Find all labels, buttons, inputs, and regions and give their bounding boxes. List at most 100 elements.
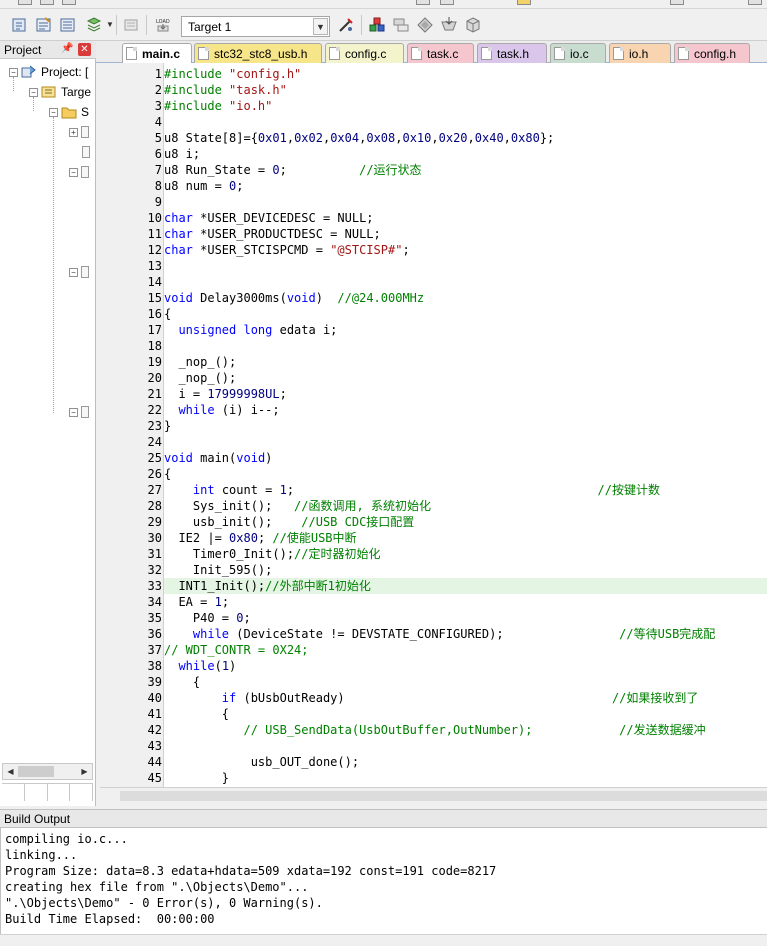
code-line[interactable]: // USB_SendData(UsbOutBuffer,OutNumber);… [164, 722, 767, 738]
tab-task-h[interactable]: task.h [477, 43, 547, 63]
tree-item-project[interactable]: − Project: [ [9, 63, 88, 81]
tab-io-c[interactable]: io.c [550, 43, 606, 63]
tree-item-group[interactable]: − S [49, 103, 89, 121]
file-extensions-icon[interactable] [391, 15, 411, 35]
code-line[interactable]: while(1) [164, 658, 767, 674]
code-line[interactable]: i = 17999998UL; [164, 386, 767, 402]
collapse-icon[interactable]: − [9, 67, 18, 77]
code-line[interactable]: _nop_(); [164, 370, 767, 386]
collapse-icon[interactable]: − [29, 87, 38, 97]
code-line[interactable]: usb_OUT_done(); [164, 754, 767, 770]
scroll-left-icon[interactable]: ◀ [4, 765, 17, 778]
editor-horizontal-scrollbar[interactable] [100, 787, 767, 804]
code-line[interactable]: u8 State[8]={0x01,0x02,0x04,0x08,0x10,0x… [164, 130, 767, 146]
build-output-scrollbar[interactable] [0, 934, 767, 946]
toolbar-remnant-icon[interactable] [670, 0, 684, 5]
code-line[interactable]: void main(void) [164, 450, 767, 466]
target-options-icon[interactable] [336, 15, 356, 35]
toolbar-remnant-icon[interactable] [40, 0, 54, 5]
build-icon[interactable] [34, 15, 54, 35]
code-line[interactable] [164, 434, 767, 450]
code-line[interactable]: { [164, 466, 767, 482]
load-icon[interactable]: LOAD [153, 15, 173, 35]
code-line[interactable]: char *USER_DEVICEDESC = NULL; [164, 210, 767, 226]
scroll-thumb[interactable] [18, 766, 54, 777]
code-line[interactable]: usb_init(); //USB CDC接口配置 [164, 514, 767, 530]
toolbar-remnant-icon[interactable] [517, 0, 531, 5]
build-output-pane[interactable]: compiling io.c... linking... Program Size:… [0, 828, 767, 934]
code-line[interactable]: #include "io.h" [164, 98, 767, 114]
code-line[interactable]: u8 i; [164, 146, 767, 162]
code-line[interactable]: IE2 |= 0x80; //使能USB中断 [164, 530, 767, 546]
pack-installer-icon[interactable] [439, 15, 459, 35]
code-line[interactable]: while (DeviceState != DEVSTATE_CONFIGURE… [164, 626, 767, 642]
tab-project[interactable] [2, 784, 25, 801]
tab-task-c[interactable]: task.c [407, 43, 474, 63]
tree-item-file[interactable]: − [69, 163, 89, 181]
project-horizontal-scrollbar[interactable]: ◀ ▶ [2, 763, 93, 780]
code-line[interactable]: EA = 1; [164, 594, 767, 610]
rebuild-icon[interactable] [58, 15, 78, 35]
translate-icon[interactable] [10, 15, 30, 35]
code-line[interactable] [164, 738, 767, 754]
code-line[interactable]: } [164, 770, 767, 786]
code-line[interactable]: if (bUsbOutReady) //如果接收到了 [164, 690, 767, 706]
collapse-icon[interactable]: − [49, 107, 58, 117]
code-line[interactable] [164, 258, 767, 274]
tab-io-h[interactable]: io.h [609, 43, 671, 63]
code-line[interactable]: while (i) i--; [164, 402, 767, 418]
collapse-icon[interactable]: − [69, 167, 78, 177]
code-line[interactable]: } [164, 418, 767, 434]
code-line[interactable]: unsigned long edata i; [164, 322, 767, 338]
code-line[interactable]: Init_595(); [164, 562, 767, 578]
tree-item-file[interactable]: + [69, 123, 89, 141]
tree-item-file[interactable]: − [69, 403, 89, 421]
toolbar-remnant-icon[interactable] [416, 0, 430, 5]
code-line[interactable]: Timer0_Init();//定时器初始化 [164, 546, 767, 562]
tab-main-c[interactable]: main.c [122, 43, 192, 63]
download-icon[interactable] [84, 15, 104, 35]
tree-item-file[interactable] [82, 143, 90, 161]
manage-components-icon[interactable] [367, 15, 387, 35]
select-pack-icon[interactable] [415, 15, 435, 35]
tab-stc32-stc8-usb-h[interactable]: stc32_stc8_usb.h [194, 43, 322, 63]
code-line[interactable] [164, 194, 767, 210]
tab-books[interactable] [25, 784, 48, 801]
toolbar-remnant-icon[interactable] [748, 0, 762, 5]
tab-templates[interactable] [70, 784, 93, 801]
target-select[interactable]: Target 1 ▼ [181, 16, 330, 37]
code-line[interactable]: { [164, 306, 767, 322]
toolbar-remnant-icon[interactable] [62, 0, 76, 5]
tab-functions[interactable] [48, 784, 71, 801]
code-line[interactable]: void Delay3000ms(void) //@24.000MHz [164, 290, 767, 306]
code-line[interactable]: u8 Run_State = 0; //运行状态 [164, 162, 767, 178]
scroll-thumb[interactable] [120, 791, 767, 801]
collapse-icon[interactable]: − [69, 407, 78, 417]
toolbar-remnant-icon[interactable] [440, 0, 454, 5]
code-line[interactable]: u8 num = 0; [164, 178, 767, 194]
chevron-down-icon[interactable]: ▼ [313, 18, 328, 35]
code-line[interactable] [164, 274, 767, 290]
code-line[interactable]: { [164, 674, 767, 690]
current-code-line[interactable]: INT1_Init();//外部中断1初始化 [164, 578, 767, 594]
tree-item-file[interactable]: − [69, 263, 89, 281]
code-line[interactable]: #include "config.h" [164, 66, 767, 82]
pin-icon[interactable]: 📌 [61, 43, 73, 54]
code-line[interactable]: char *USER_PRODUCTDESC = NULL; [164, 226, 767, 242]
code-line[interactable]: int count = 1; //按键计数 [164, 482, 767, 498]
chevron-down-icon[interactable]: ▼ [106, 20, 114, 29]
code-line[interactable]: // WDT_CONTR = 0X24; [164, 642, 767, 658]
tab-config-c[interactable]: config.c [325, 43, 404, 63]
tree-item-target[interactable]: − Targe [29, 83, 91, 101]
code-line[interactable]: char *USER_STCISPCMD = "@STCISP#"; [164, 242, 767, 258]
expand-icon[interactable]: + [69, 127, 78, 137]
code-line[interactable]: P40 = 0; [164, 610, 767, 626]
stop-build-icon[interactable] [121, 15, 141, 35]
code-line[interactable]: #include "task.h" [164, 82, 767, 98]
close-icon[interactable]: ✕ [78, 43, 91, 56]
tab-config-h[interactable]: config.h [674, 43, 750, 63]
code-line[interactable]: _nop_(); [164, 354, 767, 370]
scroll-right-icon[interactable]: ▶ [78, 765, 91, 778]
code-line[interactable] [164, 338, 767, 354]
code-line[interactable]: Sys_init(); //函数调用, 系统初始化 [164, 498, 767, 514]
